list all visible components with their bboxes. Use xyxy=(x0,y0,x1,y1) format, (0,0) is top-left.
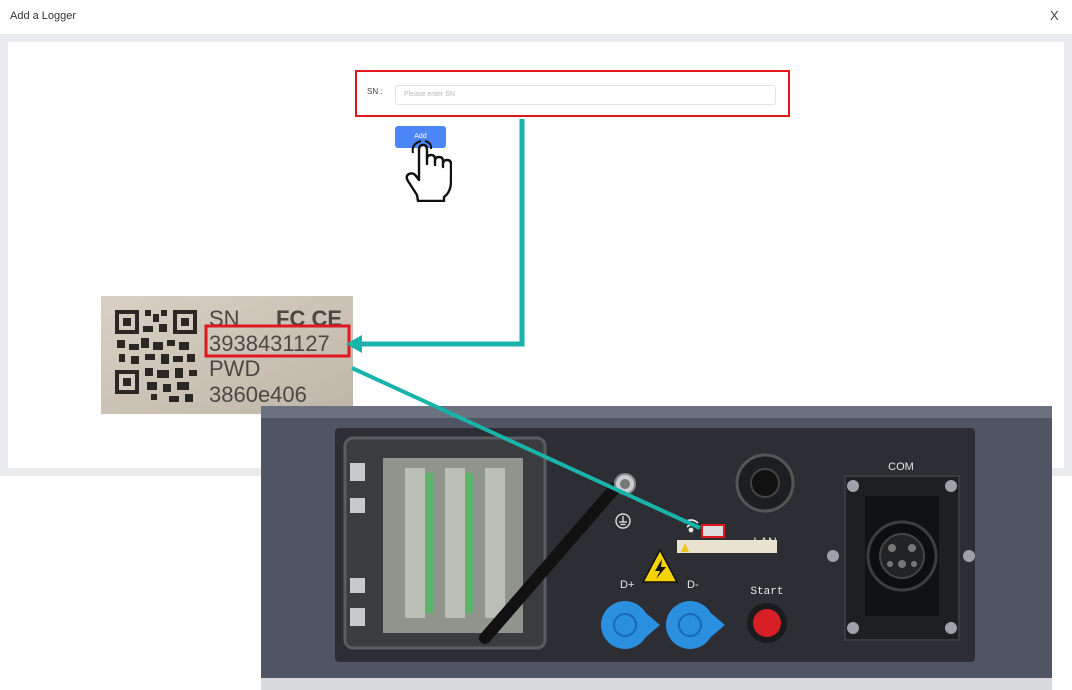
callout-arrow-sn xyxy=(352,119,525,347)
callout-line-device xyxy=(351,366,701,530)
callout-arrowhead xyxy=(346,335,362,353)
callout-arrows xyxy=(346,119,701,530)
